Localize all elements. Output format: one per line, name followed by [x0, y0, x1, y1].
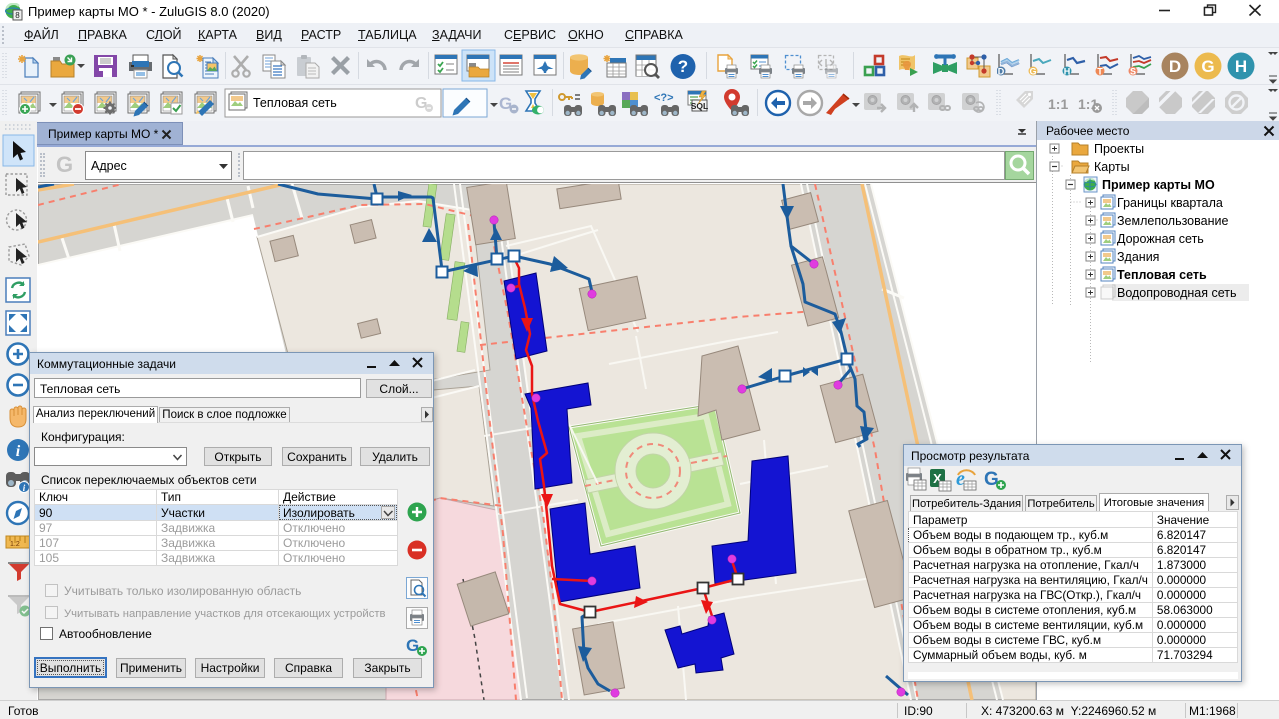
svg-text:Границы квартала: Границы квартала	[1117, 196, 1223, 210]
svg-text:T: T	[1097, 67, 1103, 77]
svg-text:D: D	[1169, 57, 1181, 76]
svg-text:H: H	[1064, 67, 1071, 77]
svg-text:Водопроводная сеть: Водопроводная сеть	[1117, 286, 1237, 300]
svg-text:G: G	[1201, 57, 1214, 76]
svg-text:Землепользование: Землепользование	[1117, 214, 1228, 228]
svg-text:G: G	[1029, 67, 1036, 77]
svg-text:Карты: Карты	[1094, 160, 1130, 174]
svg-text:Пример карты МО: Пример карты МО	[1102, 178, 1215, 192]
svg-text:i: i	[16, 443, 21, 460]
svg-text:D: D	[998, 67, 1005, 77]
svg-text:?: ?	[678, 57, 688, 76]
svg-text:Здания: Здания	[1117, 250, 1159, 264]
svg-text:H: H	[1235, 57, 1247, 76]
svg-text:1:1: 1:1	[1048, 96, 1068, 112]
svg-text:Тепловая сеть: Тепловая сеть	[1117, 268, 1207, 282]
svg-text:Дорожная сеть: Дорожная сеть	[1117, 232, 1204, 246]
svg-text:Тепловая сеть: Тепловая сеть	[253, 96, 337, 110]
svg-text:S: S	[1130, 67, 1136, 77]
svg-text:<?>: <?>	[654, 92, 674, 104]
svg-text:8: 8	[15, 11, 20, 20]
svg-text:1.2: 1.2	[10, 541, 20, 548]
svg-text:Проекты: Проекты	[1094, 142, 1144, 156]
